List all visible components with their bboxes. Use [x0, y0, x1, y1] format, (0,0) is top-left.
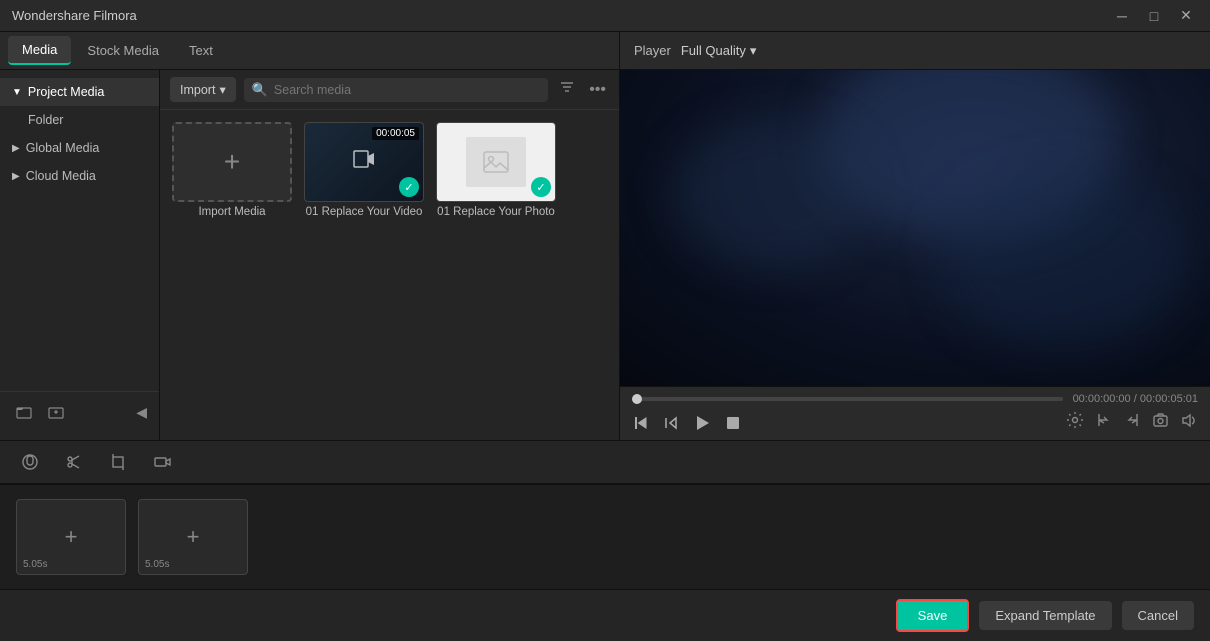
media-item-import[interactable]: + Import Media [172, 122, 292, 218]
timeline-clip-1[interactable]: + 5.05s [16, 499, 126, 575]
tab-text[interactable]: Text [175, 37, 227, 64]
player-label: Player [634, 43, 671, 58]
search-input[interactable] [274, 83, 540, 97]
bottom-bar: Save Expand Template Cancel [0, 589, 1210, 641]
tools-bar [0, 440, 1210, 484]
more-options-icon[interactable]: ••• [586, 78, 609, 102]
quality-label: Full Quality [681, 43, 746, 58]
back-frame-button[interactable] [632, 414, 650, 432]
player-viewport [620, 70, 1210, 386]
sidebar: ▼ Project Media Folder ▶ Global Media ▶ … [0, 70, 160, 440]
sidebar-item-project-media[interactable]: ▼ Project Media [0, 78, 159, 106]
current-time: 00:00:00:00 / 00:00:05:01 [1073, 393, 1198, 405]
search-box: 🔍 [244, 78, 548, 102]
import-thumb: + [172, 122, 292, 202]
left-panel: Media Stock Media Text ▼ Project Media F… [0, 32, 620, 440]
save-button[interactable]: Save [896, 599, 970, 632]
add-folder-icon[interactable] [44, 400, 68, 424]
timeline-handle[interactable] [632, 394, 642, 404]
photo-thumb: ✓ [436, 122, 556, 202]
media-content: Import ▾ 🔍 ••• [160, 70, 619, 440]
tool-audio[interactable] [16, 448, 44, 476]
media-toolbar: Import ▾ 🔍 ••• [160, 70, 619, 110]
reverse-play-button[interactable] [662, 414, 680, 432]
cancel-button[interactable]: Cancel [1122, 601, 1194, 630]
stop-button[interactable] [724, 414, 742, 432]
tab-media[interactable]: Media [8, 36, 71, 65]
volume-icon[interactable] [1181, 412, 1198, 434]
close-button[interactable]: ✕ [1174, 4, 1198, 28]
top-section: Media Stock Media Text ▼ Project Media F… [0, 32, 1210, 440]
arrow-right-icon2: ▶ [12, 171, 20, 182]
window-controls: ─ □ ✕ [1110, 4, 1198, 28]
search-icon: 🔍 [252, 82, 268, 98]
tool-record[interactable] [148, 448, 176, 476]
timeline-section: + 5.05s + 5.05s [0, 484, 1210, 589]
clip-duration-1: 5.05s [23, 559, 47, 570]
media-grid: + Import Media 00:00:05 ✓ [160, 110, 619, 440]
player-controls: 00:00:00:00 / 00:00:05:01 [620, 386, 1210, 440]
import-chevron-icon: ▾ [219, 82, 225, 97]
timeline-track[interactable] [632, 397, 1063, 401]
snapshot-icon[interactable] [1152, 412, 1169, 434]
tab-stock-media[interactable]: Stock Media [73, 37, 173, 64]
video-icon [353, 148, 375, 176]
play-button[interactable] [692, 413, 712, 433]
panel-body: ▼ Project Media Folder ▶ Global Media ▶ … [0, 70, 619, 440]
import-button[interactable]: Import ▾ [170, 77, 236, 102]
sidebar-label-folder: Folder [28, 113, 63, 127]
sidebar-item-folder[interactable]: Folder [0, 106, 159, 134]
player-header: Player Full Quality ▾ [620, 32, 1210, 70]
right-panel: Player Full Quality ▾ 00:00:0 [620, 32, 1210, 440]
photo-check-icon: ✓ [531, 177, 551, 197]
controls-left [632, 413, 742, 433]
expand-template-button[interactable]: Expand Template [979, 601, 1111, 630]
controls-right [1066, 411, 1198, 434]
photo-placeholder [466, 137, 526, 187]
sidebar-collapse-button[interactable]: ◀ [136, 404, 147, 421]
video-check-icon: ✓ [399, 177, 419, 197]
tabs-bar: Media Stock Media Text [0, 32, 619, 70]
arrow-right-icon: ▶ [12, 143, 20, 154]
sidebar-label-cloud-media: Cloud Media [26, 169, 96, 183]
sidebar-item-global-media[interactable]: ▶ Global Media [0, 134, 159, 162]
quality-chevron-icon: ▾ [750, 43, 757, 59]
app-title: Wondershare Filmora [12, 8, 137, 23]
timeline-bar: 00:00:00:00 / 00:00:05:01 [632, 393, 1198, 405]
arrow-icon: ▼ [12, 87, 22, 98]
import-label: Import [180, 83, 215, 97]
import-label-text: Import Media [198, 206, 265, 218]
cloud-3 [940, 170, 1190, 350]
plus-icon: + [224, 146, 240, 178]
app-body: Media Stock Media Text ▼ Project Media F… [0, 32, 1210, 641]
sidebar-label-global-media: Global Media [26, 141, 100, 155]
filter-icon[interactable] [556, 76, 578, 103]
new-folder-icon[interactable] [12, 400, 36, 424]
cloud-2 [670, 120, 870, 270]
sidebar-bottom: ◀ [0, 391, 159, 432]
maximize-button[interactable]: □ [1142, 4, 1166, 28]
video-duration: 00:00:05 [372, 127, 419, 140]
video-label: 01 Replace Your Video [306, 206, 423, 218]
photo-label: 01 Replace Your Photo [437, 206, 555, 218]
sidebar-label-project-media: Project Media [28, 85, 104, 99]
clip-duration-2: 5.05s [145, 559, 169, 570]
tool-cut[interactable] [60, 448, 88, 476]
timeline-clip-2[interactable]: + 5.05s [138, 499, 248, 575]
titlebar: Wondershare Filmora ─ □ ✕ [0, 0, 1210, 32]
media-item-video[interactable]: 00:00:05 ✓ 01 Replace Your Video [304, 122, 424, 218]
media-item-photo[interactable]: ✓ 01 Replace Your Photo [436, 122, 556, 218]
quality-select[interactable]: Full Quality ▾ [681, 43, 757, 59]
mark-out-icon[interactable] [1124, 412, 1140, 433]
timeline-plus-2: + [187, 524, 200, 550]
minimize-button[interactable]: ─ [1110, 4, 1134, 28]
tool-crop[interactable] [104, 448, 132, 476]
controls-row [632, 411, 1198, 434]
video-thumb: 00:00:05 ✓ [304, 122, 424, 202]
sidebar-item-cloud-media[interactable]: ▶ Cloud Media [0, 162, 159, 190]
mark-in-icon[interactable] [1096, 412, 1112, 433]
timeline-plus-1: + [65, 524, 78, 550]
settings-icon[interactable] [1066, 411, 1084, 434]
